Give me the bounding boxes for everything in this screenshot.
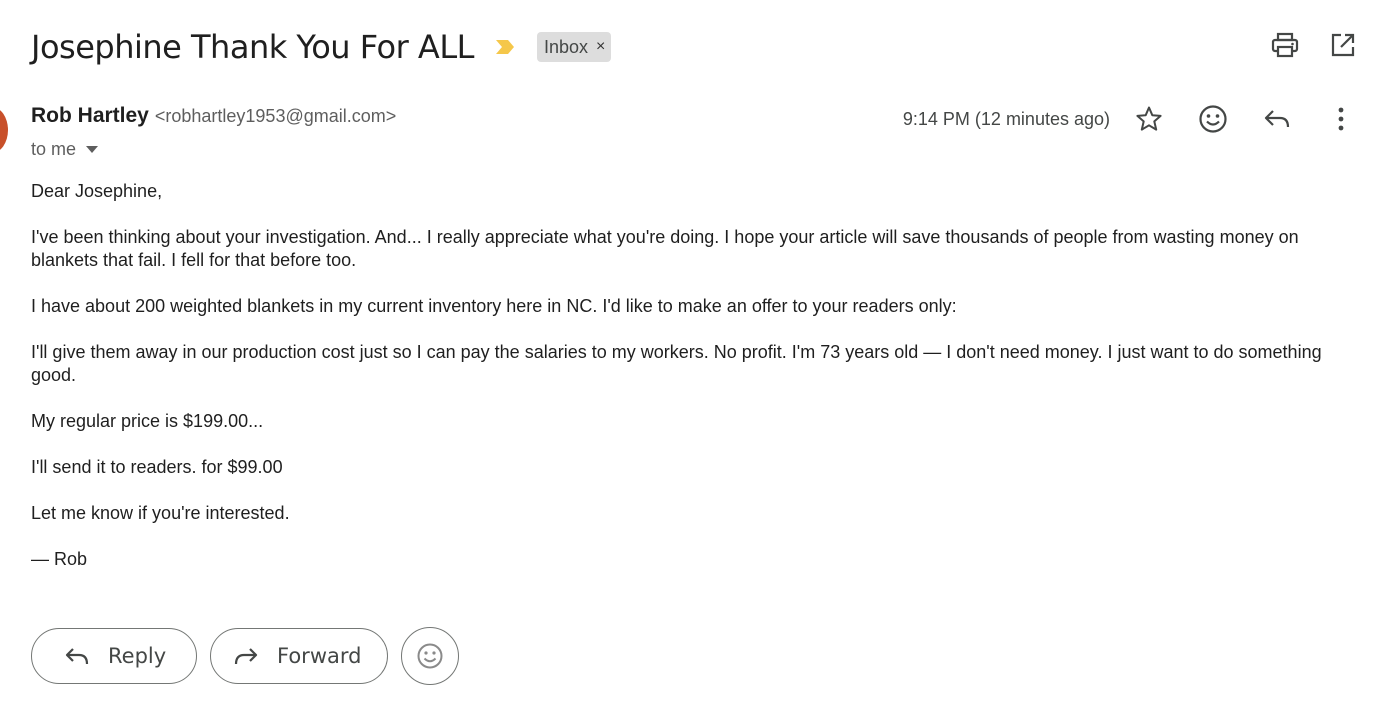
label-chip-text: Inbox xyxy=(543,36,589,57)
emoji-react-button[interactable] xyxy=(401,627,459,685)
forward-button[interactable]: Forward xyxy=(210,628,388,684)
subject-row: Josephine Thank You For ALL Inbox × xyxy=(31,24,612,70)
message-timestamp: 9:14 PM (12 minutes ago) xyxy=(902,108,1110,129)
body-paragraph: I have about 200 weighted blankets in my… xyxy=(31,296,957,316)
reply-button[interactable]: Reply xyxy=(31,628,197,684)
sender-avatar[interactable] xyxy=(0,107,8,153)
email-subject: Josephine Thank You For ALL xyxy=(31,28,474,66)
thread-toolbar xyxy=(1270,30,1358,60)
sender-name[interactable]: Rob Hartley xyxy=(31,104,149,128)
sender-row: Rob Hartley <robhartley1953@gmail.com> xyxy=(31,104,396,128)
body-paragraph: My regular price is $199.00... xyxy=(31,411,264,431)
message-actions xyxy=(1130,100,1360,138)
message-meta: 9:14 PM (12 minutes ago) xyxy=(903,100,1360,138)
importance-marker-icon[interactable] xyxy=(494,37,516,57)
print-icon[interactable] xyxy=(1270,30,1300,60)
body-paragraph: Let me know if you're interested. xyxy=(31,503,290,523)
forward-icon xyxy=(234,648,258,665)
recipients-toggle[interactable]: to me xyxy=(31,139,99,160)
body-paragraph: — Rob xyxy=(31,549,88,569)
star-icon[interactable] xyxy=(1130,100,1168,138)
reply-icon[interactable] xyxy=(1258,100,1296,138)
body-paragraph: Dear Josephine, xyxy=(31,181,163,201)
open-in-new-window-icon[interactable] xyxy=(1328,30,1358,60)
sender-email: <robhartley1953@gmail.com> xyxy=(154,106,397,126)
more-vert-icon[interactable] xyxy=(1322,100,1360,138)
emoji-react-icon[interactable] xyxy=(1194,100,1232,138)
body-paragraph: I'll send it to readers. for $99.00 xyxy=(31,457,283,477)
inbox-label-chip: Inbox × xyxy=(536,32,612,62)
email-view: Josephine Thank You For ALL Inbox × Rob … xyxy=(0,0,1382,712)
footer-actions: Reply Forward xyxy=(31,627,459,685)
reply-icon xyxy=(65,648,89,665)
chevron-down-icon xyxy=(86,146,99,153)
remove-label-icon[interactable]: × xyxy=(596,38,605,56)
reply-button-label: Reply xyxy=(108,644,167,668)
recipients-text: to me xyxy=(31,139,77,159)
forward-button-label: Forward xyxy=(277,644,362,668)
emoji-icon xyxy=(417,643,443,669)
body-paragraph: I've been thinking about your investigat… xyxy=(31,227,1299,270)
message-body: Dear Josephine, I've been thinking about… xyxy=(31,180,1351,594)
body-paragraph: I'll give them away in our production co… xyxy=(31,342,1322,385)
